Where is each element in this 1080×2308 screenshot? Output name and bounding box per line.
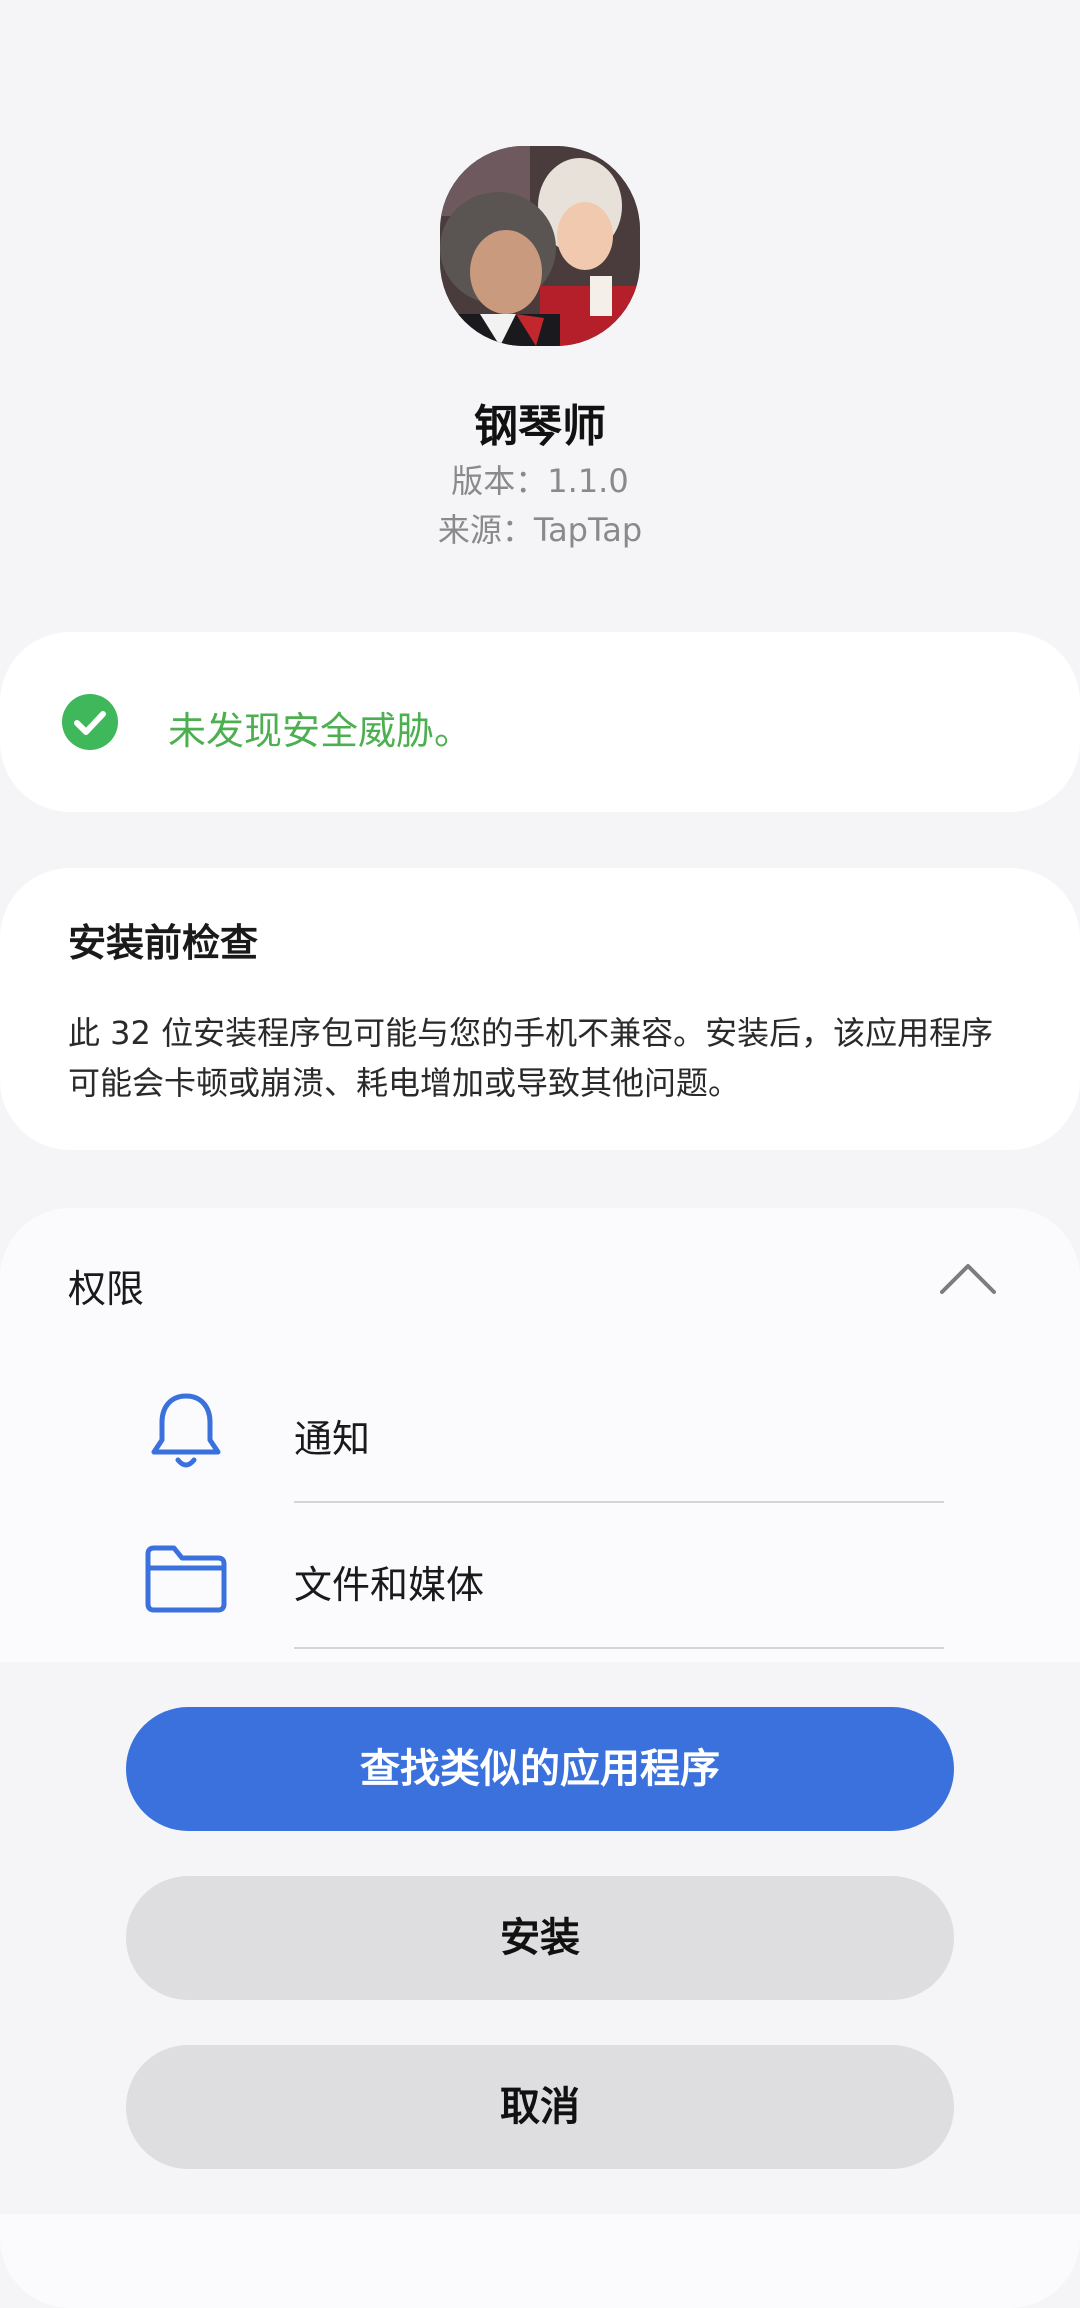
app-version: 版本：1.1.0 <box>451 462 629 500</box>
bell-icon <box>140 1390 232 1476</box>
pre-install-check-card: 安装前检查 此 32 位安装程序包可能与您的手机不兼容。安装后，该应用程序可能会… <box>0 868 1080 1150</box>
permissions-title: 权限 <box>68 1267 145 1311</box>
install-button[interactable]: 安装 <box>126 1876 954 2000</box>
permission-item-files-media: 文件和媒体 <box>0 1502 1080 1649</box>
app-icon <box>440 146 640 346</box>
find-similar-apps-button[interactable]: 查找类似的应用程序 <box>126 1707 954 1831</box>
security-status-text: 未发现安全威胁。 <box>168 709 473 753</box>
folder-icon <box>140 1536 232 1622</box>
cancel-button[interactable]: 取消 <box>126 2045 954 2169</box>
chevron-up-icon[interactable] <box>928 1248 1008 1308</box>
app-source: 来源：TapTap <box>437 511 643 549</box>
action-panel: 查找类似的应用程序 安装 取消 <box>0 1662 1080 2214</box>
pre-install-check-body: 此 32 位安装程序包可能与您的手机不兼容。安装后，该应用程序可能会卡顿或崩溃、… <box>68 1014 994 1102</box>
pre-install-check-title: 安装前检查 <box>68 921 259 965</box>
divider <box>294 1647 944 1649</box>
permission-label: 通知 <box>294 1417 371 1461</box>
app-header: 钢琴师 版本：1.1.0 来源：TapTap <box>0 0 1080 600</box>
permission-item-notifications: 通知 <box>0 1356 1080 1503</box>
app-name: 钢琴师 <box>474 401 606 452</box>
check-circle-icon <box>62 694 118 750</box>
security-status-card: 未发现安全威胁。 <box>0 632 1080 812</box>
permission-label: 文件和媒体 <box>294 1563 485 1607</box>
